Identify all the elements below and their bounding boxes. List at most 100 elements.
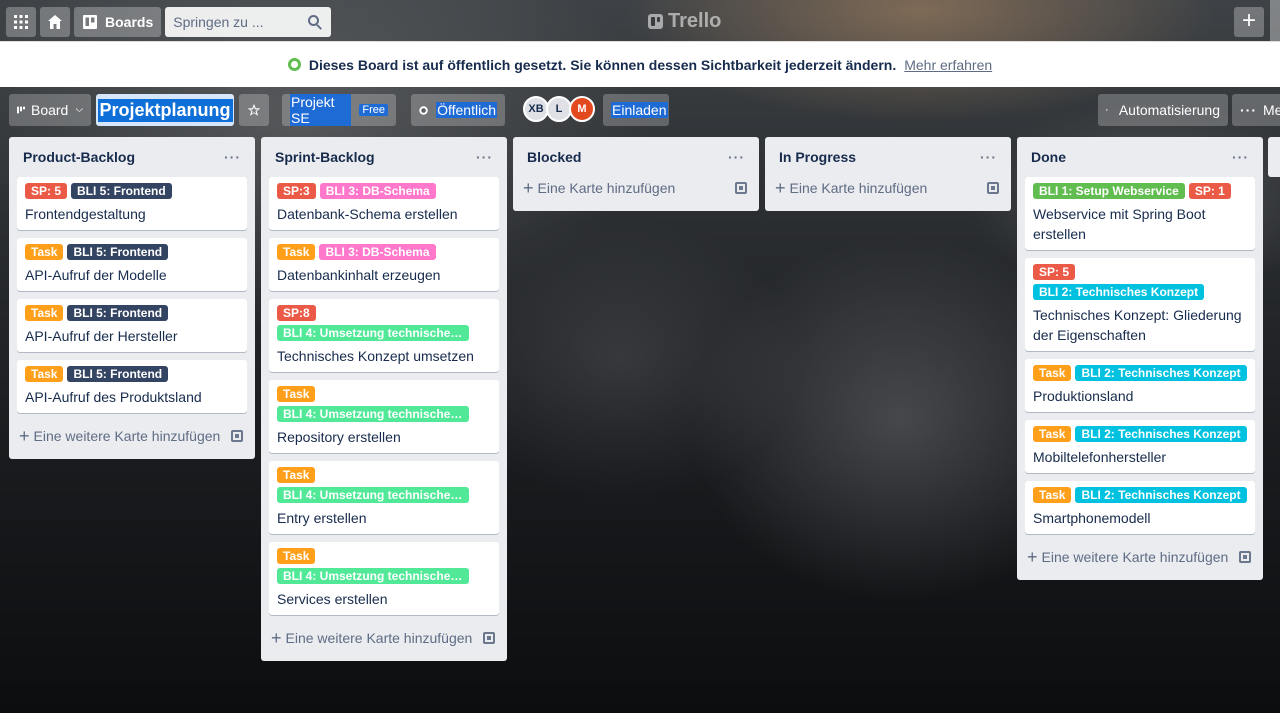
card-label[interactable]: Task xyxy=(277,386,316,402)
list-menu-icon[interactable]: ··· xyxy=(1232,150,1249,164)
card[interactable]: Task BLI 4: Umsetzung technisches Ko... … xyxy=(269,461,499,534)
home-icon xyxy=(48,15,62,29)
add-card-button[interactable]: + Eine Karte hinzufügen xyxy=(773,173,1003,203)
search-input[interactable]: Springen zu ... xyxy=(165,7,332,37)
add-card-label: Eine Karte hinzufügen xyxy=(789,180,928,196)
template-icon[interactable] xyxy=(987,182,999,194)
search-icon xyxy=(308,15,323,30)
card-label[interactable]: BLI 2: Technisches Konzept xyxy=(1075,365,1247,381)
visibility-banner: Dieses Board ist auf öffentlich gesetzt.… xyxy=(0,41,1280,87)
card-label[interactable]: BLI 2: Technisches Konzept xyxy=(1075,426,1247,442)
plus-icon: + xyxy=(1027,547,1038,567)
template-icon[interactable] xyxy=(735,182,747,194)
card-label[interactable]: BLI 4: Umsetzung technisches Ko... xyxy=(277,568,469,584)
card[interactable]: Task BLI 2: Technisches Konzept Mobiltel… xyxy=(1025,420,1255,473)
trello-logo-icon xyxy=(648,14,663,29)
card[interactable]: Task BLI 3: DB-Schema Datenbankinhalt er… xyxy=(269,238,499,291)
card[interactable]: Task BLI 2: Technisches Konzept Produkti… xyxy=(1025,359,1255,412)
add-card-button[interactable]: + Eine weitere Karte hinzufügen xyxy=(269,623,499,653)
list-title[interactable]: In Progress xyxy=(779,149,856,165)
card-label[interactable]: BLI 5: Frontend xyxy=(67,244,169,260)
add-card-button[interactable]: + Eine weitere Karte hinzufügen xyxy=(17,421,247,451)
create-button[interactable]: + xyxy=(1234,7,1264,37)
card[interactable]: Task BLI 5: Frontend API-Aufruf der Hers… xyxy=(17,299,247,352)
card-label[interactable]: BLI 3: DB-Schema xyxy=(319,244,436,260)
card-label[interactable]: SP:8 xyxy=(277,305,316,321)
add-card-button[interactable]: + Eine Karte hinzufügen xyxy=(521,173,751,203)
card-label[interactable]: SP:3 xyxy=(277,183,316,199)
list-done[interactable]: Done ··· BLI 1: Setup Webservice SP: 1 W… xyxy=(1017,137,1263,580)
card-label[interactable]: Task xyxy=(25,305,64,321)
card-label[interactable]: BLI 2: Technisches Konzept xyxy=(1033,284,1205,300)
card-label[interactable]: Task xyxy=(25,366,64,382)
card[interactable]: Task BLI 4: Umsetzung technisches Ko... … xyxy=(269,542,499,615)
card-title: Mobiltelefonhersteller xyxy=(1033,449,1167,465)
template-icon[interactable] xyxy=(231,430,243,442)
card-title: Smartphonemodell xyxy=(1033,510,1151,526)
learn-more-link[interactable]: Mehr erfahren xyxy=(904,57,992,73)
home-button[interactable] xyxy=(40,7,70,37)
card-label[interactable]: BLI 5: Frontend xyxy=(67,305,169,321)
card-label[interactable]: BLI 4: Umsetzung technisches Ko... xyxy=(277,406,469,422)
card-title: Technisches Konzept: Gliederung der Eige… xyxy=(1033,307,1242,343)
card-label[interactable]: BLI 3: DB-Schema xyxy=(319,183,436,199)
card-label[interactable]: Task xyxy=(1033,365,1072,381)
card-label[interactable]: BLI 5: Frontend xyxy=(71,183,172,199)
card-label[interactable]: BLI 4: Umsetzung technisches Ko... xyxy=(277,325,469,341)
add-card-button[interactable]: + Eine weitere Karte hinzufügen xyxy=(1025,542,1255,572)
card-label[interactable]: SP: 5 xyxy=(1033,264,1076,280)
card[interactable]: BLI 1: Setup Webservice SP: 1 Webservice… xyxy=(1025,177,1255,250)
card[interactable]: SP:3 BLI 3: DB-Schema Datenbank-Schema e… xyxy=(269,177,499,230)
template-icon[interactable] xyxy=(1239,551,1251,563)
card-label[interactable]: SP: 5 xyxy=(25,183,68,199)
next-list-edge[interactable] xyxy=(1268,137,1280,177)
list-in-progress[interactable]: In Progress ··· + Eine Karte hinzufügen xyxy=(765,137,1011,211)
add-card-label: Eine Karte hinzufügen xyxy=(537,180,676,196)
list-title[interactable]: Sprint-Backlog xyxy=(275,149,375,165)
list-sprint-backlog[interactable]: Sprint-Backlog ··· SP:3 BLI 3: DB-Schema… xyxy=(261,137,507,661)
card-label[interactable]: BLI 1: Setup Webservice xyxy=(1033,183,1185,199)
card[interactable]: SP: 5 BLI 2: Technisches Konzept Technis… xyxy=(1025,258,1255,351)
card[interactable]: SP:8 BLI 4: Umsetzung technisches Ko... … xyxy=(269,299,499,372)
list-header: Blocked ··· xyxy=(521,137,751,177)
card-label[interactable]: Task xyxy=(277,548,316,564)
list-header: Product-Backlog ··· xyxy=(17,137,247,177)
list-title[interactable]: Blocked xyxy=(527,149,581,165)
boards-label: Boards xyxy=(105,14,154,30)
card-label[interactable]: BLI 4: Umsetzung technisches Ko... xyxy=(277,487,469,503)
list-blocked[interactable]: Blocked ··· + Eine Karte hinzufügen xyxy=(513,137,759,211)
card-label[interactable]: BLI 5: Frontend xyxy=(67,366,169,382)
list-menu-icon[interactable]: ··· xyxy=(980,150,997,164)
trello-logo[interactable]: Trello xyxy=(648,10,721,33)
card[interactable]: Task BLI 2: Technisches Konzept Smartpho… xyxy=(1025,481,1255,534)
template-icon[interactable] xyxy=(483,632,495,644)
list-menu-icon[interactable]: ··· xyxy=(728,150,745,164)
card-label[interactable]: Task xyxy=(277,244,316,260)
card-label[interactable]: Task xyxy=(1033,426,1072,442)
plus-icon: + xyxy=(775,178,786,198)
card[interactable]: SP: 5 BLI 5: Frontend Frontendgestaltung xyxy=(17,177,247,230)
card-title: API-Aufruf der Hersteller xyxy=(25,328,178,344)
card[interactable]: Task BLI 5: Frontend API-Aufruf der Mode… xyxy=(17,238,247,291)
card-title: Entry erstellen xyxy=(277,510,367,526)
card-label[interactable]: Task xyxy=(1033,487,1072,503)
grid-icon xyxy=(14,15,28,29)
boards-button[interactable]: Boards xyxy=(74,7,162,37)
card-label[interactable]: Task xyxy=(25,244,64,260)
card-title: Repository erstellen xyxy=(277,429,401,445)
plus-icon: + xyxy=(271,628,282,648)
list-product-backlog[interactable]: Product-Backlog ··· SP: 5 BLI 5: Fronten… xyxy=(9,137,255,459)
card-label[interactable]: SP: 1 xyxy=(1188,183,1231,199)
top-nav: Boards Springen zu ... Trello + xyxy=(0,0,1280,44)
list-menu-icon[interactable]: ··· xyxy=(224,150,241,164)
list-title[interactable]: Product-Backlog xyxy=(23,149,135,165)
card[interactable]: Task BLI 5: Frontend API-Aufruf des Prod… xyxy=(17,360,247,413)
apps-button[interactable] xyxy=(6,7,36,37)
list-menu-icon[interactable]: ··· xyxy=(476,150,493,164)
list-title[interactable]: Done xyxy=(1031,149,1066,165)
add-card-label: Eine weitere Karte hinzufügen xyxy=(285,630,473,646)
list-header: Sprint-Backlog ··· xyxy=(269,137,499,177)
card[interactable]: Task BLI 4: Umsetzung technisches Ko... … xyxy=(269,380,499,453)
card-label[interactable]: BLI 2: Technisches Konzept xyxy=(1075,487,1247,503)
card-label[interactable]: Task xyxy=(277,467,316,483)
